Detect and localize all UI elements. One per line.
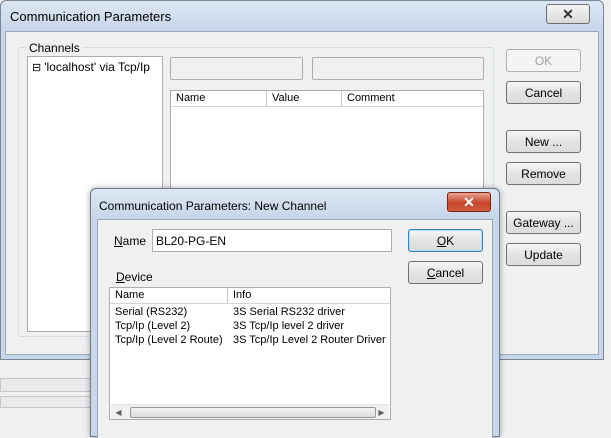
- list-item[interactable]: Serial (RS232) 3S Serial RS232 driver: [110, 305, 390, 319]
- remove-button[interactable]: Remove: [506, 162, 581, 185]
- close-icon: ✕: [562, 5, 574, 22]
- horizontal-scrollbar[interactable]: ◀ ▶: [111, 404, 389, 419]
- close-icon: ✕: [463, 193, 475, 210]
- device-label: Device: [116, 270, 153, 284]
- column-header-info[interactable]: Info: [228, 288, 390, 303]
- channel-info-display: [312, 57, 484, 80]
- column-header-comment[interactable]: Comment: [342, 91, 483, 106]
- dialog-client-area: Name OK Cancel Device Name Info Serial (…: [97, 219, 493, 438]
- column-header-name[interactable]: Name: [171, 91, 267, 106]
- channel-name-display: [170, 57, 303, 80]
- device-list-header: Name Info: [110, 288, 390, 304]
- close-button[interactable]: ✕: [546, 4, 590, 24]
- scroll-right-icon[interactable]: ▶: [374, 405, 389, 420]
- column-header-value[interactable]: Value: [267, 91, 342, 106]
- scroll-thumb[interactable]: [130, 407, 376, 418]
- tree-item-localhost[interactable]: ⊟ 'localhost' via Tcp/Ip: [32, 60, 150, 74]
- close-button[interactable]: ✕: [447, 192, 491, 212]
- table-header: Name Value Comment: [171, 91, 483, 107]
- cancel-button[interactable]: Cancel: [506, 81, 581, 104]
- ok-button[interactable]: OK: [408, 229, 483, 252]
- background-window-strip: [0, 396, 92, 408]
- name-label: Name: [114, 234, 147, 248]
- list-item[interactable]: Tcp/Ip (Level 2) 3S Tcp/Ip level 2 drive…: [110, 319, 390, 333]
- title-bar[interactable]: Communication Parameters: New Channel ✕: [91, 189, 499, 219]
- channels-label: Channels: [27, 41, 82, 55]
- cancel-button[interactable]: Cancel: [408, 261, 483, 284]
- background-window-strip: [0, 378, 92, 392]
- column-header-name[interactable]: Name: [110, 288, 228, 303]
- dialog-title: Communication Parameters: [10, 9, 172, 24]
- scroll-left-icon[interactable]: ◀: [111, 405, 126, 420]
- new-button[interactable]: New ...: [506, 130, 581, 153]
- device-list[interactable]: Name Info Serial (RS232) 3S Serial RS232…: [109, 287, 391, 420]
- collapse-icon[interactable]: ⊟: [32, 61, 41, 74]
- dialog-title: Communication Parameters: New Channel: [99, 199, 327, 213]
- title-bar[interactable]: Communication Parameters ✕: [1, 1, 603, 31]
- list-item[interactable]: Tcp/Ip (Level 2 Route) 3S Tcp/Ip Level 2…: [110, 333, 390, 347]
- update-button[interactable]: Update: [506, 243, 581, 266]
- gateway-button[interactable]: Gateway ...: [506, 211, 581, 234]
- new-channel-dialog: Communication Parameters: New Channel ✕ …: [90, 188, 500, 438]
- tree-item-label: 'localhost' via Tcp/Ip: [44, 60, 150, 74]
- name-input[interactable]: [152, 229, 392, 252]
- ok-button[interactable]: OK: [506, 49, 581, 72]
